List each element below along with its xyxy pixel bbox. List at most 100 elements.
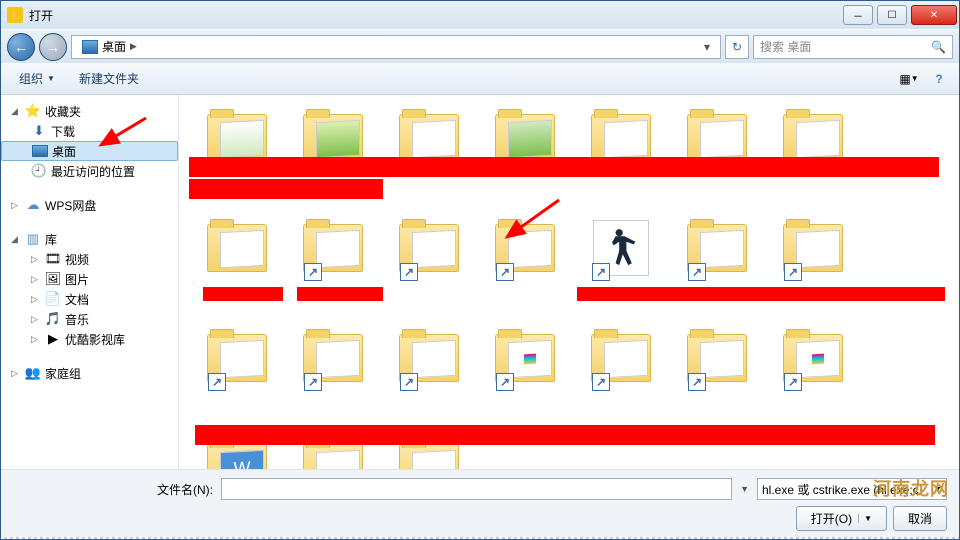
breadcrumb-root[interactable]: 桌面 ▶	[76, 36, 143, 58]
favorites-header[interactable]: ◢ ⭐ 收藏夹	[1, 101, 178, 121]
forward-button[interactable]: →	[39, 33, 67, 61]
shortcut-overlay-icon: ↗	[784, 373, 802, 391]
folder-item[interactable]	[381, 99, 477, 209]
back-button[interactable]: ←	[7, 33, 35, 61]
chevron-down-icon: ▼	[47, 74, 55, 83]
sidebar-item-homegroup[interactable]: ▷ 👥 家庭组	[1, 363, 178, 383]
window-title: 打开	[29, 7, 53, 24]
search-icon: 🔍	[931, 40, 946, 54]
library-icon: ▥	[25, 231, 41, 247]
redaction-bar	[195, 425, 935, 445]
sidebar-item-pictures[interactable]: ▷🖼图片	[1, 269, 178, 289]
shortcut-overlay-icon: ↗	[304, 373, 322, 391]
cancel-button[interactable]: 取消	[893, 506, 947, 531]
shortcut-overlay-icon: ↗	[784, 263, 802, 281]
caret-icon: ◢	[11, 106, 21, 117]
watermark: 河南龙网	[873, 475, 949, 501]
search-input[interactable]: 搜索 桌面 🔍	[753, 35, 953, 59]
address-dropdown[interactable]: ▾	[698, 40, 716, 54]
youku-icon: ▶	[45, 331, 61, 347]
cs-settings-item[interactable]: ↗ CS比赛设置	[573, 209, 669, 319]
redaction-bar	[189, 157, 939, 177]
shortcut-item[interactable]: ↗	[477, 319, 573, 429]
filename-label: 文件名(N):	[13, 481, 213, 498]
shortcut-item[interactable]: ↗	[189, 319, 285, 429]
new-folder-button[interactable]: 新建文件夹	[69, 66, 149, 91]
sidebar-item-desktop[interactable]: 桌面	[1, 141, 178, 161]
redaction-bar	[203, 287, 283, 301]
shortcut-item[interactable]: ↗	[477, 209, 573, 319]
help-button[interactable]: ?	[927, 68, 951, 90]
refresh-button[interactable]: ↻	[725, 35, 749, 59]
shortcut-overlay-icon: ↗	[688, 373, 706, 391]
shortcut-overlay-icon: ↗	[688, 263, 706, 281]
minimize-button[interactable]: －	[843, 5, 873, 25]
shortcut-overlay-icon: ↗	[496, 373, 514, 391]
libraries-header[interactable]: ◢ ▥ 库	[1, 229, 178, 249]
shortcut-item[interactable]: ↗	[669, 319, 765, 429]
shortcut-item[interactable]: ↗	[285, 319, 381, 429]
sidebar-item-youku[interactable]: ▷▶优酷影视库	[1, 329, 178, 349]
music-icon: 🎵	[45, 311, 61, 327]
shortcut-item[interactable]: ↗	[381, 209, 477, 319]
caret-icon: ▷	[11, 200, 21, 211]
desktop-icon	[82, 40, 98, 54]
folder-item[interactable]	[477, 99, 573, 209]
view-button[interactable]: ▦ ▼	[897, 68, 921, 90]
sidebar-item-documents[interactable]: ▷📄文档	[1, 289, 178, 309]
address-bar[interactable]: 桌面 ▶ ▾	[71, 35, 721, 59]
shortcut-item[interactable]: ↗	[381, 319, 477, 429]
folder-item[interactable]	[573, 99, 669, 209]
recent-icon: 🕘	[31, 163, 47, 179]
cloud-icon: ☁	[25, 197, 41, 213]
sidebar-item-music[interactable]: ▷🎵音乐	[1, 309, 178, 329]
titlebar: ⚡ 打开 － ☐ ✕	[1, 1, 959, 29]
shortcut-overlay-icon: ↗	[592, 263, 610, 281]
window-buttons: － ☐ ✕	[841, 3, 959, 27]
pictures-icon: 🖼	[45, 271, 61, 287]
bottom-panel: 文件名(N): ▼ hl.exe 或 cstrike.exe (hl.exe;c…	[1, 469, 959, 539]
star-icon: ⭐	[25, 103, 41, 119]
open-button[interactable]: 打开(O)▼	[796, 506, 887, 531]
documents-icon: 📄	[45, 291, 61, 307]
redaction-bar	[189, 179, 383, 199]
sidebar-item-downloads[interactable]: ⬇ 下载	[1, 121, 178, 141]
shortcut-item[interactable]: ↗	[669, 209, 765, 319]
shortcut-item[interactable]: ↗	[573, 319, 669, 429]
nav-sidebar: ◢ ⭐ 收藏夹 ⬇ 下载 桌面 🕘 最近访问的位置	[1, 95, 179, 469]
shortcut-overlay-icon: ↗	[304, 263, 322, 281]
shortcut-overlay-icon: ↗	[400, 373, 418, 391]
breadcrumb-label: 桌面	[102, 38, 126, 55]
navbar: ← → 桌面 ▶ ▾ ↻ 搜索 桌面 🔍	[1, 29, 959, 63]
chevron-down-icon[interactable]: ▼	[740, 484, 749, 494]
maximize-button[interactable]: ☐	[877, 5, 907, 25]
file-list[interactable]: ↗ ↗ ↗ ↗ CS比赛设置 ↗ ↗ ↗ ↗ ↗	[179, 95, 959, 469]
shortcut-overlay-icon: ↗	[400, 263, 418, 281]
sidebar-item-videos[interactable]: ▷🎞视频	[1, 249, 178, 269]
dialog-body: ◢ ⭐ 收藏夹 ⬇ 下载 桌面 🕘 最近访问的位置	[1, 95, 959, 469]
folder-item[interactable]	[765, 99, 861, 209]
open-dialog-window: ⚡ 打开 － ☐ ✕ ← → 桌面 ▶ ▾ ↻ 搜索 桌面 🔍 组织▼	[0, 0, 960, 540]
shortcut-overlay-icon: ↗	[496, 263, 514, 281]
desktop-icon	[32, 145, 48, 157]
split-dropdown-icon[interactable]: ▼	[858, 514, 872, 523]
shortcut-overlay-icon: ↗	[208, 373, 226, 391]
resize-grip	[1, 537, 959, 539]
shortcut-item[interactable]: ↗	[765, 209, 861, 319]
redaction-bar	[297, 287, 383, 301]
folder-item[interactable]	[189, 209, 285, 319]
redaction-bar	[577, 287, 945, 301]
shortcut-item[interactable]: ↗	[765, 319, 861, 429]
homegroup-icon: 👥	[25, 365, 41, 381]
shortcut-item[interactable]: ↗	[285, 209, 381, 319]
search-placeholder: 搜索 桌面	[760, 38, 811, 55]
chevron-right-icon: ▶	[130, 41, 137, 52]
sidebar-item-recent[interactable]: 🕘 最近访问的位置	[1, 161, 178, 181]
filename-input[interactable]	[221, 478, 732, 500]
sidebar-item-wps[interactable]: ▷ ☁ WPS网盘	[1, 195, 178, 215]
shortcut-overlay-icon: ↗	[592, 373, 610, 391]
organize-button[interactable]: 组织▼	[9, 66, 65, 91]
close-button[interactable]: ✕	[911, 5, 957, 25]
download-icon: ⬇	[31, 123, 47, 139]
folder-item[interactable]	[669, 99, 765, 209]
